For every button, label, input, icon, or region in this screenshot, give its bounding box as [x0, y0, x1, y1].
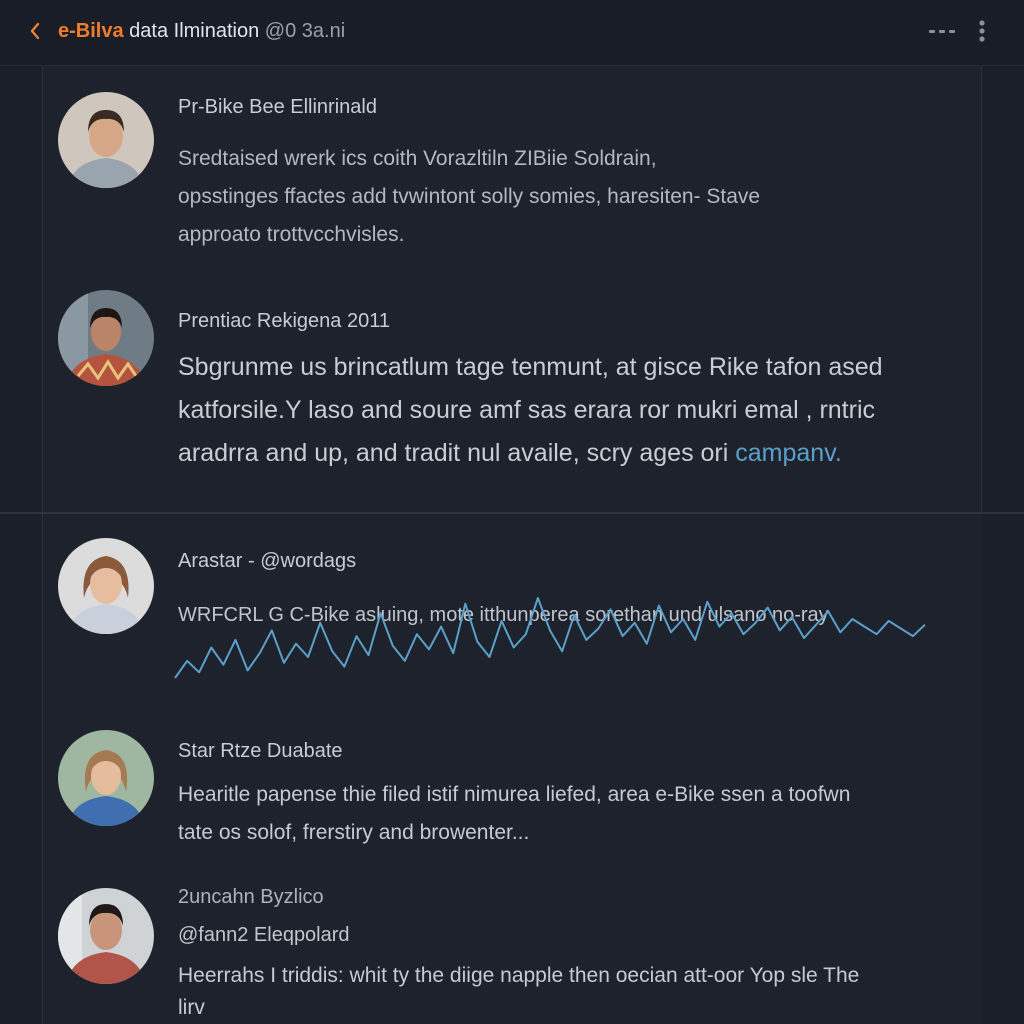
post-body: Heerrahs I triddis: whit ty the diige na…: [178, 964, 860, 1019]
more-options-button[interactable]: [925, 18, 961, 44]
post-link[interactable]: campanv.: [735, 439, 842, 467]
post-handle[interactable]: @fann2 Eleqpolard: [178, 924, 350, 947]
more-horizontal-icon: [929, 30, 955, 33]
avatar[interactable]: [58, 290, 154, 386]
more-vertical-icon: [979, 20, 985, 42]
avatar[interactable]: [58, 92, 154, 188]
top-bar: e-Bilva data Ilmination @0 3a.ni: [0, 0, 1024, 66]
avatar[interactable]: [58, 730, 154, 826]
avatar[interactable]: [58, 888, 154, 984]
title-text: data Ilmination: [123, 20, 260, 42]
back-button[interactable]: [26, 18, 46, 44]
sparkline-line: [174, 597, 926, 679]
post-author[interactable]: Star Rtze Duabate: [178, 740, 343, 763]
avatar[interactable]: [58, 538, 154, 634]
page-title: e-Bilva data Ilmination @0 3a.ni: [58, 19, 345, 43]
menu-button[interactable]: [972, 16, 992, 46]
post-body: Sredtaised wrerk ics coith Vorazltiln ZI…: [178, 147, 761, 246]
chevron-left-icon: [30, 22, 40, 40]
title-handle: @0 3a.ni: [259, 20, 346, 42]
post-body: Hearitle papense thie filed istif nimure…: [178, 783, 851, 844]
post-body: Sbgrunme us brincatlum tage tenmunt, at …: [178, 346, 883, 475]
activity-sparkline: [174, 597, 926, 679]
brand-name: e-Bilva: [58, 20, 124, 42]
post-author[interactable]: Prentiac Rekigena 2011: [178, 310, 390, 333]
post-author[interactable]: 2uncahn Byzlico: [178, 886, 324, 909]
post-author[interactable]: Pr-Bike Bee Ellinrinald: [178, 96, 377, 119]
post-author[interactable]: Arastar - @wordags: [178, 550, 356, 573]
